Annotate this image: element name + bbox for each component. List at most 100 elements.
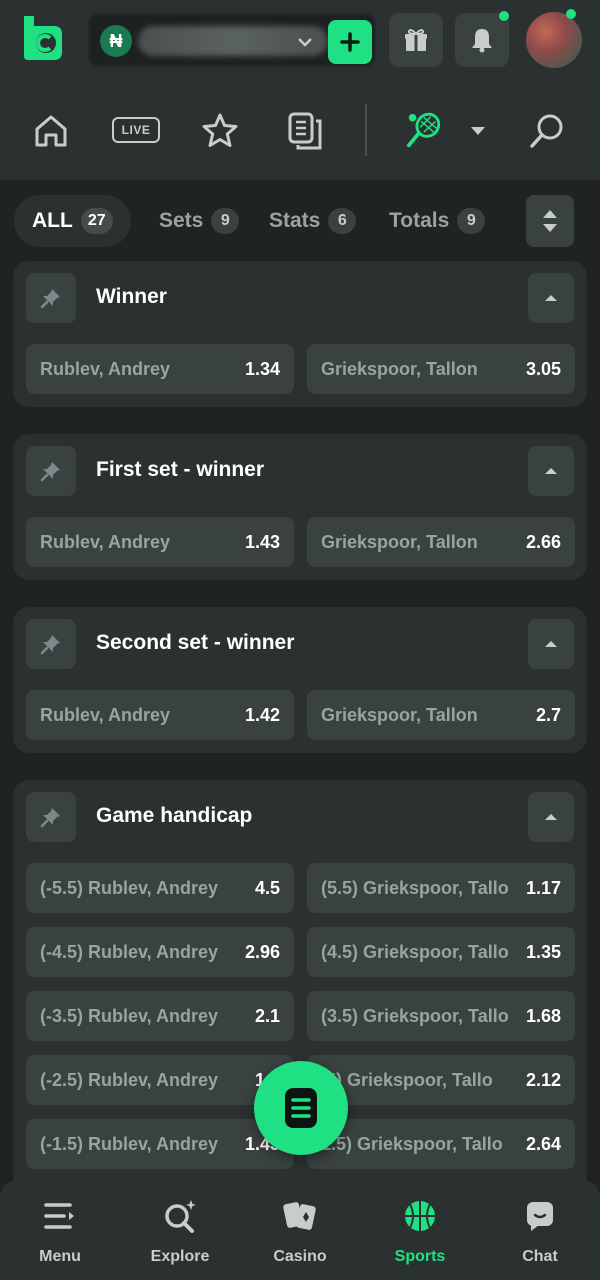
collapse-all-button[interactable] — [526, 195, 574, 247]
nav-chat[interactable]: Chat — [490, 1198, 590, 1270]
odd-value: 2.12 — [525, 1069, 561, 1090]
odd-label: (-5.5) Rublev, Andrey — [40, 877, 219, 898]
logo-icon[interactable] — [18, 12, 66, 64]
collapse-market-button[interactable] — [528, 446, 574, 496]
odd-label: Rublev, Andrey — [40, 531, 171, 552]
odd-button[interactable]: (-1.5) Rublev, Andrey 1.43 — [26, 1119, 294, 1169]
filter-count: 27 — [80, 208, 113, 234]
star-icon[interactable] — [200, 111, 240, 151]
odd-value: 1.42 — [244, 704, 280, 725]
explore-icon — [162, 1198, 198, 1234]
odd-label: (-3.5) Rublev, Andrey — [40, 1005, 219, 1026]
odd-button[interactable]: Rublev, Andrey 1.34 — [26, 344, 294, 394]
odd-button[interactable]: Griekspoor, Tallon 2.7 — [307, 690, 575, 740]
live-icon[interactable]: LIVE — [112, 117, 160, 143]
nav-casino[interactable]: Casino — [250, 1198, 350, 1270]
market-title: Second set - winner — [96, 631, 295, 654]
search-icon[interactable] — [527, 111, 567, 151]
casino-icon — [282, 1198, 318, 1234]
odd-value: 1.43 — [244, 531, 280, 552]
odd-value: 2.64 — [525, 1133, 561, 1154]
deposit-button[interactable] — [328, 20, 372, 64]
nav-sports[interactable]: Sports — [370, 1198, 470, 1270]
currency-icon: ₦ — [100, 25, 132, 57]
online-dot — [566, 9, 576, 19]
filter-label: ALL — [32, 209, 73, 232]
odd-value: 2.1 — [254, 1005, 280, 1026]
odd-button[interactable]: (3.5) Griekspoor, Tallo 1.68 — [307, 991, 575, 1041]
odd-value: 1.17 — [525, 877, 561, 898]
odd-button[interactable]: (-2.5) Rublev, Andrey 1.6 — [26, 1055, 294, 1105]
odd-label: (3.5) Griekspoor, Tallo — [321, 1005, 509, 1026]
avatar[interactable] — [526, 12, 582, 68]
odd-label: .5) Griekspoor, Tallo — [321, 1069, 493, 1090]
notification-dot — [499, 11, 509, 21]
bell-icon — [472, 29, 492, 53]
pin-button[interactable] — [26, 619, 76, 669]
pin-button[interactable] — [26, 792, 76, 842]
caret-up-icon — [545, 814, 557, 820]
odd-label: Rublev, Andrey — [40, 358, 171, 379]
plus-icon — [340, 32, 360, 52]
market-card-winner: Winner Rublev, Andrey 1.34 Griekspoor, T… — [13, 261, 587, 407]
filter-count: 9 — [457, 208, 486, 234]
caret-up-icon — [545, 468, 557, 474]
odd-button[interactable]: Griekspoor, Tallon 2.66 — [307, 517, 575, 567]
menu-icon — [42, 1198, 78, 1234]
filter-label: Stats — [269, 209, 321, 232]
odd-value: 1.34 — [244, 358, 280, 379]
odd-button[interactable]: (-3.5) Rublev, Andrey 2.1 — [26, 991, 294, 1041]
home-icon[interactable] — [31, 111, 71, 151]
collapse-icon — [543, 210, 557, 232]
odd-button[interactable]: (4.5) Griekspoor, Tallo 1.35 — [307, 927, 575, 977]
odd-label: Rublev, Andrey — [40, 704, 171, 725]
caret-up-icon — [545, 641, 557, 647]
market-card-second-set: Second set - winner Rublev, Andrey 1.42 … — [13, 607, 587, 753]
collapse-market-button[interactable] — [528, 273, 574, 323]
odd-label: (-2.5) Rublev, Andrey — [40, 1069, 219, 1090]
market-card-first-set: First set - winner Rublev, Andrey 1.43 G… — [13, 434, 587, 580]
odd-button[interactable]: (5.5) Griekspoor, Tallo 1.17 — [307, 863, 575, 913]
tennis-icon[interactable] — [404, 111, 444, 151]
bottom-nav: Menu Explore Casino Sports Chat — [0, 1180, 600, 1280]
odd-button[interactable]: Griekspoor, Tallon 3.05 — [307, 344, 575, 394]
filter-all[interactable]: ALL 27 — [14, 195, 131, 247]
odd-button[interactable]: Rublev, Andrey 1.42 — [26, 690, 294, 740]
market-title: First set - winner — [96, 458, 265, 481]
caret-down-icon[interactable] — [458, 111, 498, 151]
odd-value: 1.68 — [525, 1005, 561, 1026]
filter-sets[interactable]: Sets 9 — [159, 195, 240, 247]
odd-button[interactable]: 1.5) Griekspoor, Tallo 2.64 — [307, 1119, 575, 1169]
odd-label: (5.5) Griekspoor, Tallo — [321, 877, 509, 898]
filter-stats[interactable]: Stats 6 — [269, 195, 357, 247]
gift-button[interactable] — [389, 13, 443, 67]
filter-label: Sets — [159, 209, 204, 232]
nav-label: Menu — [39, 1248, 81, 1265]
chevron-down-icon[interactable] — [296, 33, 314, 51]
odd-value: 4.5 — [254, 877, 280, 898]
odd-value: 2.7 — [535, 704, 561, 725]
filter-count: 9 — [211, 208, 240, 234]
market-filters: ALL 27 Sets 9 Stats 6 Totals 9 — [0, 195, 600, 251]
odd-value: 2.66 — [525, 531, 561, 552]
notifications-button[interactable] — [455, 13, 509, 67]
pin-button[interactable] — [26, 446, 76, 496]
odd-button[interactable]: Rublev, Andrey 1.43 — [26, 517, 294, 567]
gift-icon — [405, 29, 427, 51]
collapse-market-button[interactable] — [528, 619, 574, 669]
wallet-selector[interactable]: ₦ — [88, 13, 376, 67]
odd-button[interactable]: .5) Griekspoor, Tallo 2.12 — [307, 1055, 575, 1105]
odd-button[interactable]: (-4.5) Rublev, Andrey 2.96 — [26, 927, 294, 977]
odd-button[interactable]: (-5.5) Rublev, Andrey 4.5 — [26, 863, 294, 913]
nav-explore[interactable]: Explore — [130, 1198, 230, 1270]
betslips-icon[interactable] — [285, 111, 325, 151]
odd-label: 1.5) Griekspoor, Tallo — [321, 1133, 503, 1154]
pin-button[interactable] — [26, 273, 76, 323]
collapse-market-button[interactable] — [528, 792, 574, 842]
filter-label: Totals — [389, 209, 450, 232]
betslip-button[interactable] — [254, 1061, 348, 1155]
filter-totals[interactable]: Totals 9 — [389, 195, 486, 247]
nav-menu[interactable]: Menu — [10, 1198, 110, 1270]
odd-label: (-4.5) Rublev, Andrey — [40, 941, 219, 962]
top-header: ₦ — [0, 0, 600, 82]
